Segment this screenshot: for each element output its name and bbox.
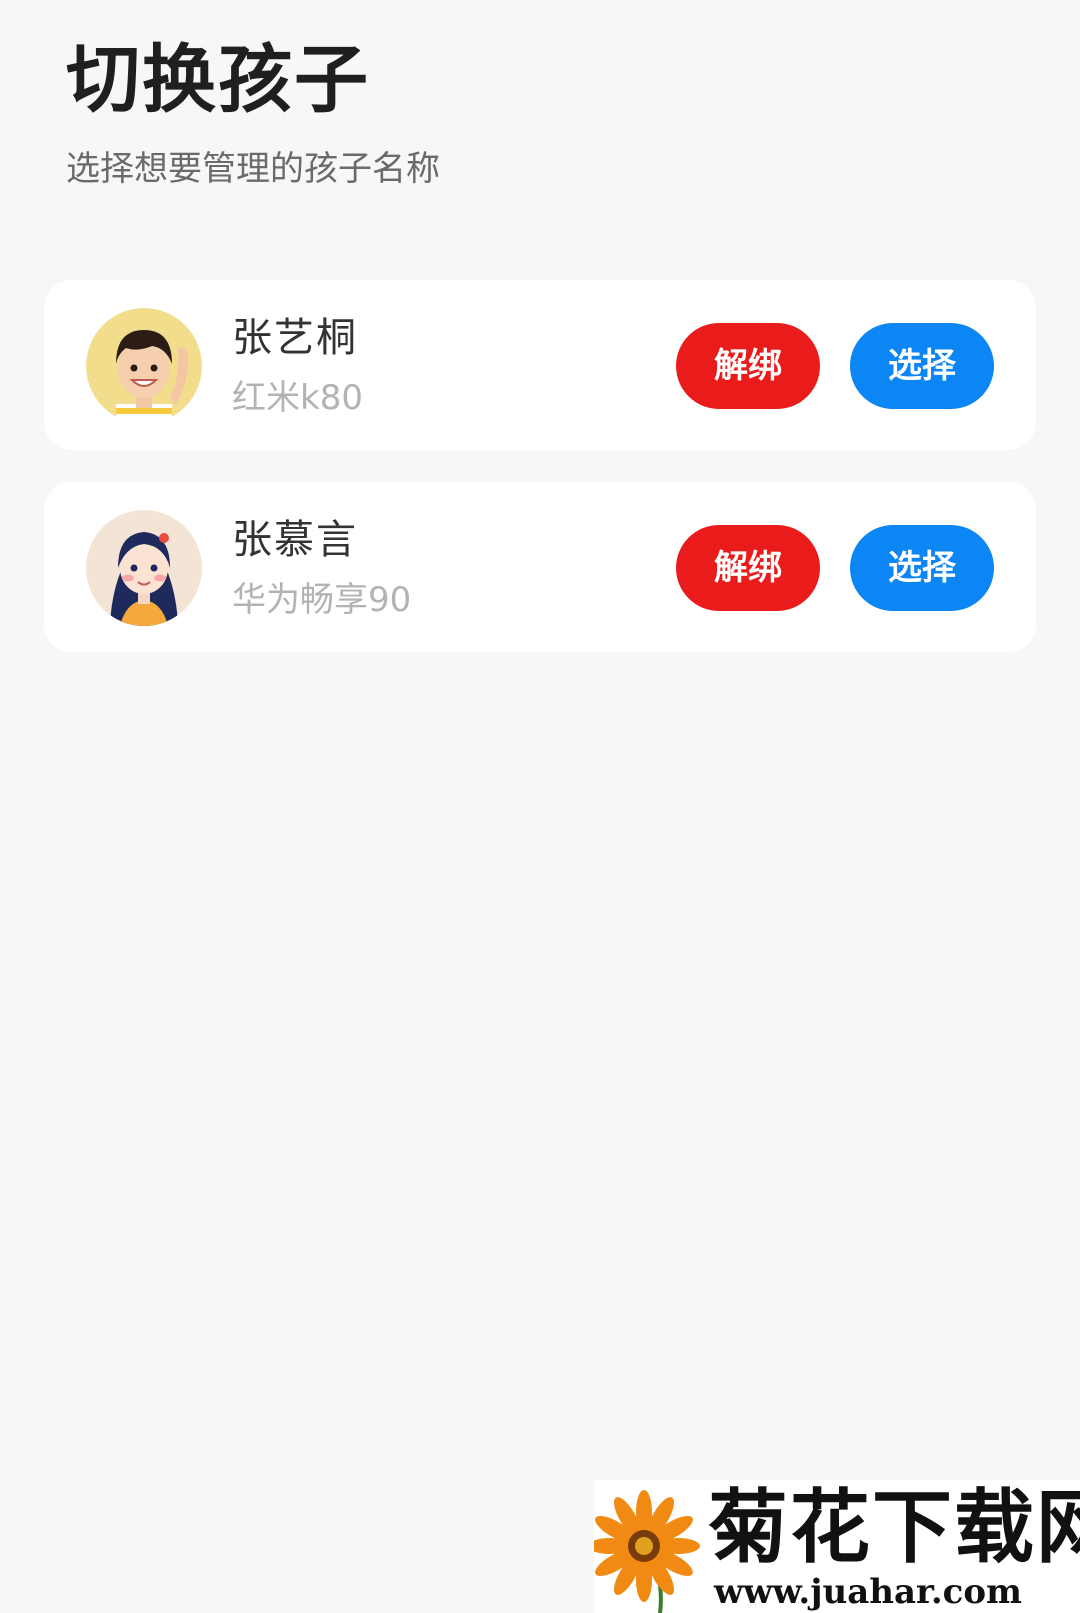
girl-avatar-icon [86, 510, 202, 626]
page-subtitle: 选择想要管理的孩子名称 [66, 149, 440, 189]
unbind-button[interactable]: 解绑 [676, 525, 820, 611]
child-name: 张慕言 [232, 517, 358, 563]
child-name: 张艺桐 [232, 315, 358, 361]
page-title: 切换孩子 [66, 37, 370, 123]
watermark-url: www.juahar.com [714, 1572, 1023, 1612]
child-device: 华为畅享90 [232, 580, 412, 620]
unbind-button[interactable]: 解绑 [676, 323, 820, 409]
boy-avatar-icon [86, 308, 202, 424]
watermark: 菊花下载网 www.juahar.com [594, 1480, 1080, 1613]
select-button[interactable]: 选择 [850, 525, 994, 611]
select-button[interactable]: 选择 [850, 323, 994, 409]
flower-logo-icon [594, 1490, 700, 1613]
child-card[interactable]: 张艺桐 红米k80 解绑 选择 [44, 280, 1036, 450]
child-device: 红米k80 [232, 378, 363, 418]
child-card[interactable]: 张慕言 华为畅享90 解绑 选择 [44, 482, 1036, 652]
watermark-title: 菊花下载网 [708, 1481, 1080, 1574]
